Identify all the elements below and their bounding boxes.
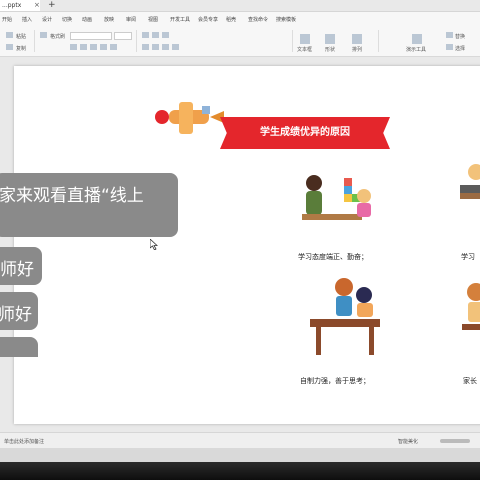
menu-bar: 开始 插入 设计 切换 动画 放映 审阅 视图 开发工具 会员专享 稻壳 查找命… xyxy=(0,12,480,26)
monitor-bezel xyxy=(0,462,480,480)
menu-item-design[interactable]: 设计 xyxy=(42,16,52,23)
parent-child-blocks-illustration xyxy=(302,175,371,220)
ribbon-toolbar: 粘贴 复制 格式刷 文本框 形状 排列 演示工具 替换 选择 xyxy=(0,26,480,57)
arrange-label: 排列 xyxy=(352,47,363,53)
align-right-icon[interactable] xyxy=(162,44,169,50)
menu-item-animation[interactable]: 动画 xyxy=(82,16,92,23)
menu-item-find-command[interactable]: 查找命令 xyxy=(248,16,268,23)
replace-icon[interactable] xyxy=(446,32,453,38)
caption-parents: 家长 xyxy=(463,377,477,385)
mouse-cursor-icon xyxy=(150,239,158,250)
chat-message-text: 老师好 xyxy=(0,305,32,325)
text-box-label: 文本框 xyxy=(297,47,313,53)
status-bar: 单击此处添加备注 智能美化 xyxy=(0,432,480,449)
presentation-tools-label: 演示工具 xyxy=(406,47,427,53)
separator xyxy=(292,30,293,52)
separator xyxy=(378,30,379,52)
bold-icon[interactable] xyxy=(70,44,77,50)
chat-bubble: 老师好 xyxy=(0,292,38,330)
caption-attitude: 学习态度端正、勤奋； xyxy=(298,253,368,261)
screen: ...pptx × + 开始 插入 设计 切换 动画 放映 审阅 视图 开发工具… xyxy=(0,0,480,462)
copy-label: 复制 xyxy=(16,46,27,52)
menu-item-insert[interactable]: 插入 xyxy=(22,16,32,23)
new-tab-icon[interactable]: + xyxy=(48,0,56,10)
slide-title: 学生成绩优异的原因 xyxy=(260,127,350,138)
child-reading-illustration xyxy=(462,283,480,330)
replace-label: 替换 xyxy=(455,34,466,40)
underline-icon[interactable] xyxy=(90,44,97,50)
shapes-icon[interactable] xyxy=(325,34,335,44)
numbered-list-icon[interactable] xyxy=(152,32,159,38)
text-box-icon[interactable] xyxy=(300,34,310,44)
presentation-tools-icon[interactable] xyxy=(412,34,422,44)
italic-icon[interactable] xyxy=(80,44,87,50)
format-painter-icon[interactable] xyxy=(40,32,47,38)
arrange-icon[interactable] xyxy=(352,34,362,44)
bullet-list-icon[interactable] xyxy=(142,32,149,38)
menu-item-view[interactable]: 视图 xyxy=(148,16,158,23)
menu-item-transition[interactable]: 切换 xyxy=(62,16,72,23)
chat-bubble: 老师好 xyxy=(0,247,42,285)
align-center-icon[interactable] xyxy=(152,44,159,50)
airplane-illustration xyxy=(155,102,224,134)
font-name-field[interactable] xyxy=(70,32,112,40)
title-bar: ...pptx × + xyxy=(0,0,480,12)
shapes-label: 形状 xyxy=(325,47,336,53)
close-tab-icon[interactable]: × xyxy=(34,0,40,11)
separator xyxy=(136,30,137,52)
children-studying-illustration xyxy=(310,278,380,355)
menu-item-docer[interactable]: 稻壳 xyxy=(226,16,236,23)
document-tab-label: ...pptx xyxy=(2,2,22,9)
student-with-books-illustration xyxy=(460,164,480,199)
notes-placeholder[interactable]: 单击此处添加备注 xyxy=(4,438,44,445)
paste-icon[interactable] xyxy=(6,32,13,38)
menu-item-search-template[interactable]: 搜索模板 xyxy=(276,16,296,23)
font-size-field[interactable] xyxy=(114,32,132,40)
menu-item-slideshow[interactable]: 放映 xyxy=(104,16,114,23)
justify-icon[interactable] xyxy=(172,44,179,50)
menu-item-review[interactable]: 审阅 xyxy=(126,16,136,23)
format-painter-label: 格式刷 xyxy=(50,34,66,40)
indent-icon[interactable] xyxy=(162,32,169,38)
copy-icon[interactable] xyxy=(6,44,13,50)
select-label: 选择 xyxy=(455,46,466,52)
smart-beautify-button[interactable]: 智能美化 xyxy=(398,438,418,445)
taskbar xyxy=(0,448,480,462)
chat-bubble: 欢迎大家来观看直播“线上 xyxy=(0,173,178,237)
menu-item-developer[interactable]: 开发工具 xyxy=(170,16,190,23)
caption-study: 学习 xyxy=(461,253,475,261)
chat-bubble xyxy=(0,337,38,357)
strikethrough-icon[interactable] xyxy=(100,44,107,50)
font-color-icon[interactable] xyxy=(110,44,117,50)
paste-label: 粘贴 xyxy=(16,34,27,40)
menu-item-member[interactable]: 会员专享 xyxy=(198,16,218,23)
caption-self-control: 自制力强，善于思考； xyxy=(300,377,370,385)
align-left-icon[interactable] xyxy=(142,44,149,50)
zoom-slider[interactable] xyxy=(440,439,470,443)
chat-message-text: 欢迎大家来观看直播“线上 xyxy=(0,186,144,206)
chat-message-text: 老师好 xyxy=(0,260,34,280)
select-icon[interactable] xyxy=(446,44,453,50)
menu-item-home[interactable]: 开始 xyxy=(2,16,12,23)
separator xyxy=(34,30,35,52)
